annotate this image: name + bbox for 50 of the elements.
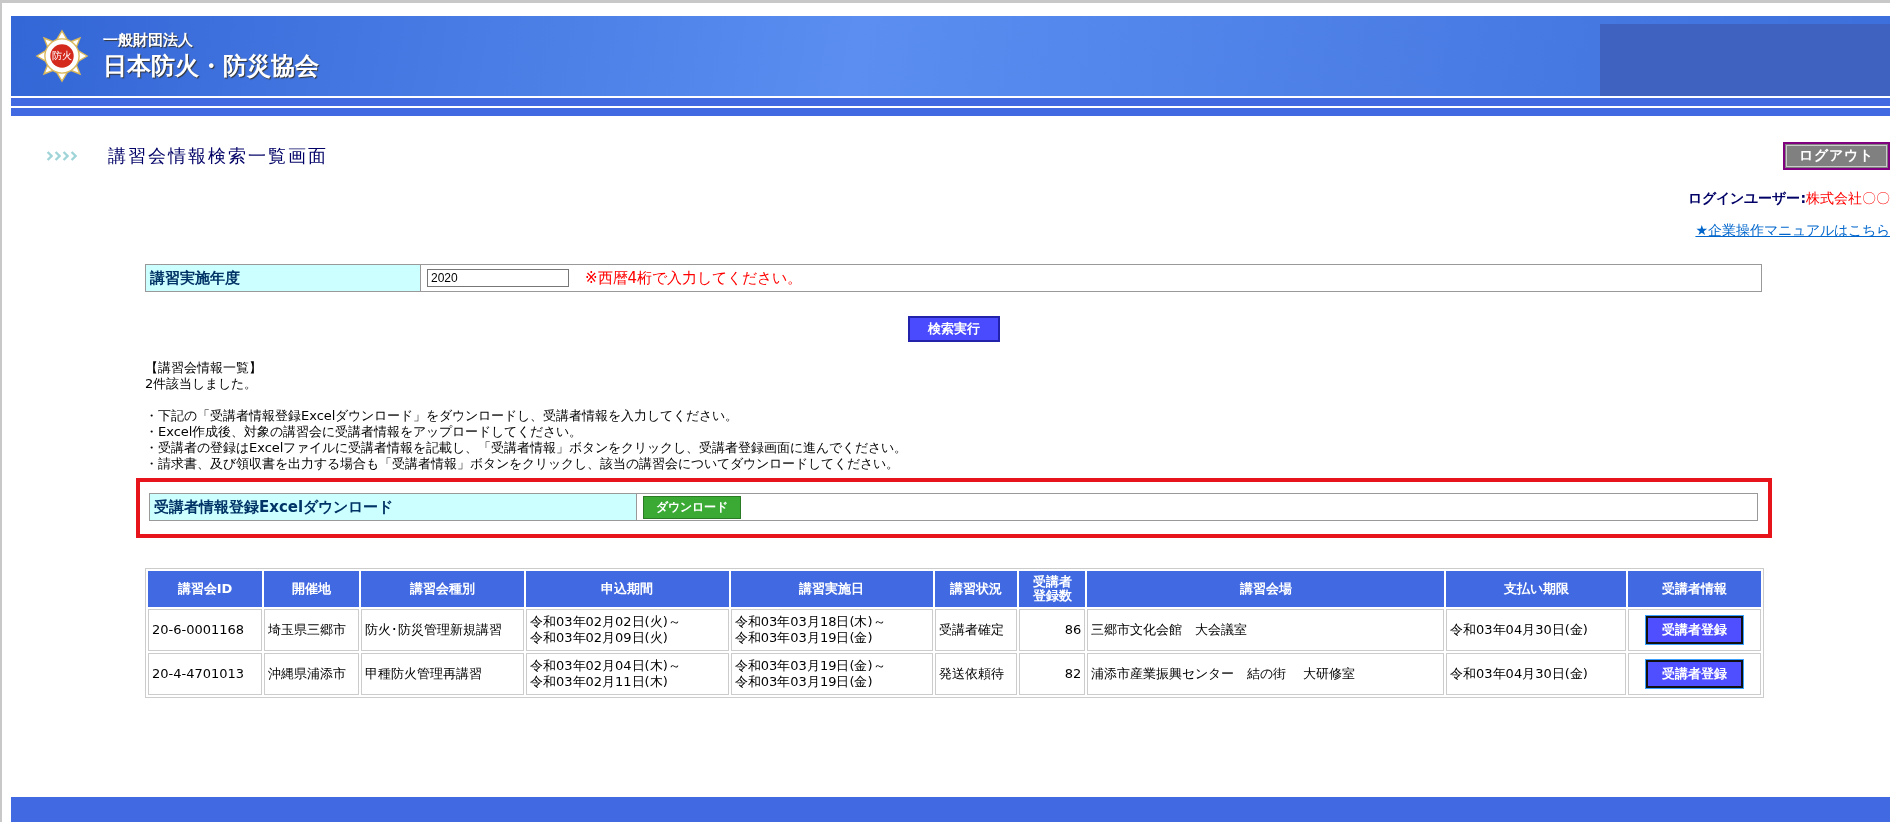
table-cell: 甲種防火管理再講習 xyxy=(360,653,524,695)
table-cell: 防火･防災管理新規講習 xyxy=(360,609,524,651)
column-header: 講習状況 xyxy=(934,571,1018,607)
column-header: 講習会ID xyxy=(148,571,263,607)
table-cell: 20-6-0001168 xyxy=(148,609,263,651)
download-button[interactable]: ダウンロード xyxy=(643,495,741,519)
column-header: 講習会種別 xyxy=(360,571,524,607)
table-cell: 沖縄県浦添市 xyxy=(264,653,359,695)
download-label: 受講者情報登録Excelダウンロード xyxy=(150,494,637,520)
year-input-field[interactable]: 2020 xyxy=(427,269,569,287)
instruction-text: ・下記の「受講者情報登録Excelダウンロード」をダウンロードし、受講者情報を入力してください。 xyxy=(145,408,740,424)
table-cell: 令和03年02月02日(火)～ 令和03年02月09日(火) xyxy=(526,609,729,651)
table-cell: 令和03年04月30日(金) xyxy=(1446,653,1627,695)
organization-type: 一般財団法人 xyxy=(103,30,194,50)
year-hint: ※西暦4桁で入力してください。 xyxy=(585,268,803,288)
column-header: 開催地 xyxy=(264,571,359,607)
instruction-text: ・Excel作成後、対象の講習会に受講者情報をアップロードしてください。 xyxy=(145,424,584,440)
table-cell: 受講者確定 xyxy=(934,609,1018,651)
column-header: 受講者情報 xyxy=(1628,571,1761,607)
table-cell: 20-4-4701013 xyxy=(148,653,263,695)
register-button[interactable]: 受講者登録 xyxy=(1646,616,1744,644)
table-cell: 発送依頼待 xyxy=(934,653,1018,695)
year-label: 講習実施年度 xyxy=(146,265,421,291)
register-button[interactable]: 受講者登録 xyxy=(1646,660,1744,688)
table-cell: 令和03年03月18日(木)～ 令和03年03月19日(金) xyxy=(730,609,933,651)
search-button[interactable]: 検索実行 xyxy=(907,316,1000,342)
table-cell: 三郷市文化会館 大会議室 xyxy=(1087,609,1445,651)
manual-link[interactable]: ★企業操作マニュアルはこちら xyxy=(1695,222,1890,240)
table-cell: 埼玉県三郷市 xyxy=(264,609,359,651)
login-user-text: ログインユーザー:株式会社〇〇 xyxy=(1688,190,1890,208)
table-cell: 82 xyxy=(1019,653,1086,695)
emblem-icon xyxy=(35,29,89,83)
instruction-text: ・請求書、及び領収書を出力する場合も「受講者情報」ボタンをクリックし、該当の講習会についてダウンロードしてください。 xyxy=(145,456,900,472)
column-header: 申込期間 xyxy=(526,571,729,607)
table-cell: 86 xyxy=(1019,609,1086,651)
list-heading: 【講習会情報一覧】 xyxy=(145,360,263,376)
logout-button[interactable]: ログアウト xyxy=(1783,142,1890,170)
table-cell: 令和03年04月30日(金) xyxy=(1446,609,1627,651)
instruction-text: ・受講者の登録はExcelファイルに受講者情報を記載し、「受講者情報」ボタンをクリックし、受講者登録画面に進んでください。 xyxy=(145,440,909,456)
organization-name: 日本防火・防災協会 xyxy=(103,50,319,82)
column-header: 講習実施日 xyxy=(730,571,933,607)
column-header: 受講者登録数 xyxy=(1019,571,1086,607)
table-cell: 令和03年03月19日(金)～ 令和03年03月19日(金) xyxy=(730,653,933,695)
table-cell: 浦添市産業振興センター 結の街 大研修室 xyxy=(1087,653,1445,695)
page-title: 講習会情報検索一覧画面 xyxy=(108,144,328,168)
column-header: 講習会場 xyxy=(1087,571,1445,607)
result-count: 2件該当しました。 xyxy=(145,376,259,392)
column-header: 支払い期限 xyxy=(1446,571,1627,607)
table-cell: 令和03年02月04日(木)～ 令和03年02月11日(木) xyxy=(526,653,729,695)
emblem-text: 防火 xyxy=(52,49,72,63)
